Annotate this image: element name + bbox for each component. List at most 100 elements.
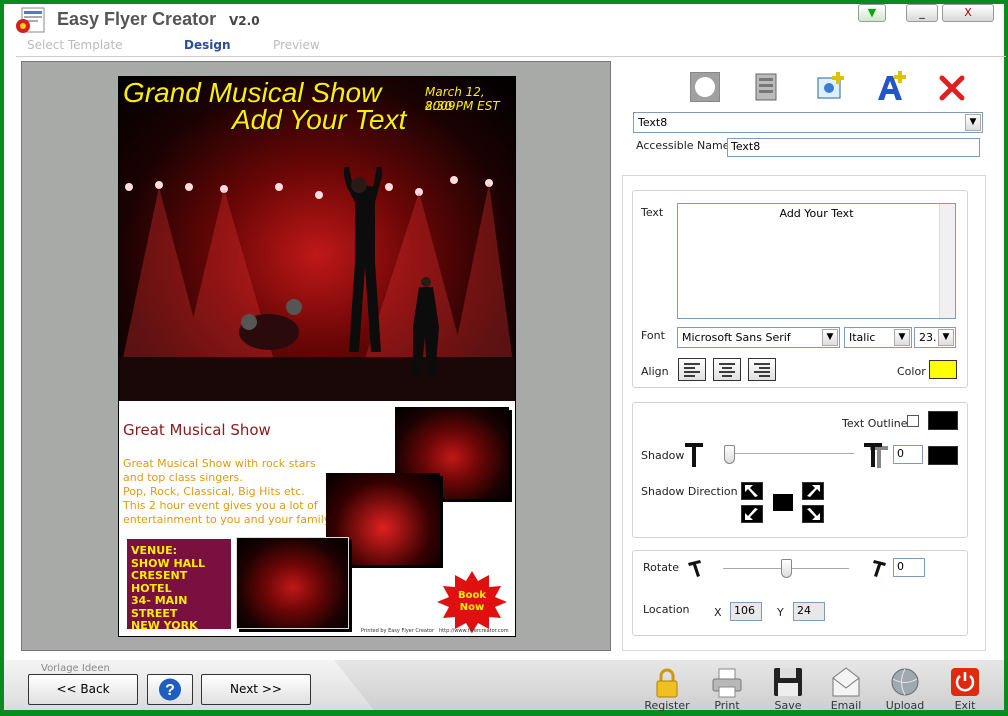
align-right-button[interactable] [748,358,776,381]
shadow-label: Shadow [641,449,685,462]
shadow-min-icon [685,443,703,467]
shadow-direction-label: Shadow Direction [641,485,738,498]
element-select-value: Text8 [638,116,668,129]
venue-line: NEW YORK [131,619,198,632]
text-content-value: Add Your Text [779,207,854,220]
chevron-down-icon[interactable]: ▼ [965,114,981,131]
chevron-down-icon[interactable]: ▼ [822,329,838,346]
align-center-button[interactable] [713,358,741,381]
printer-icon[interactable] [711,667,743,699]
register-label[interactable]: Register [642,699,692,712]
step-select-template[interactable]: Select Template [27,38,123,52]
print-label[interactable]: Print [702,699,752,712]
text-content-input[interactable]: Add Your Text [677,203,956,319]
flyer-description[interactable]: Great Musical Show with rock stars and t… [123,457,332,527]
exit-label[interactable]: Exit [940,699,990,712]
shadow-dir-top-left-button[interactable] [741,482,763,500]
envelope-icon[interactable] [831,666,861,698]
rotate-slider-thumb[interactable] [780,559,792,578]
chevron-down-icon[interactable]: ▼ [938,329,954,346]
shadow-max-icon [864,443,888,468]
flyer-footer-left: Printed by Easy Flyer Creator [361,628,435,634]
flyer-footer-right: http://www.flyercreator.com [439,628,509,634]
element-select[interactable]: Text8 ▼ [633,112,983,133]
shadow-dir-bottom-right-button[interactable] [802,505,824,523]
venue-box[interactable]: VENUE: SHOW HALL CRESENT HOTEL 34- MAIN … [127,539,231,632]
rotate-label: Rotate [643,561,680,574]
flyer-subtitle-text[interactable]: Add Your Text [232,104,406,136]
lock-icon[interactable] [652,667,682,699]
rotate-right-icon [873,560,886,577]
help-button[interactable]: ? [147,674,193,705]
floppy-disk-icon[interactable] [772,666,804,698]
accessible-name-input[interactable]: Text8 [727,138,980,157]
properties-panel: Text8 ▼ Accessible Name Text8 Text Add Y… [620,62,998,654]
circle-shape-icon [695,77,715,97]
text-label: Text [641,206,664,219]
shadow-color-swatch[interactable] [928,446,958,465]
delete-icon[interactable] [938,74,966,102]
close-button[interactable]: X [942,4,994,22]
next-button[interactable]: Next >> [201,674,311,705]
upload-label[interactable]: Upload [880,699,930,712]
style-select[interactable]: Italic ▼ [844,327,912,348]
size-select[interactable]: 23. ▼ [914,327,956,348]
flyer-show-name[interactable]: Great Musical Show [123,421,271,439]
book-line: Now [459,602,485,613]
y-value-input[interactable]: 24 [793,602,825,621]
align-center-icon [719,363,735,377]
color-label: Color [897,365,926,378]
align-label: Align [641,365,669,378]
shadow-value-input[interactable]: 0 [893,445,923,464]
text-color-swatch[interactable] [929,360,957,379]
style-select-value: Italic [849,331,876,344]
book-now-text[interactable]: Book Now [451,590,493,614]
venue-line: CRESENT HOTEL [131,569,188,595]
outline-color-swatch[interactable] [928,411,958,430]
app-title: Easy Flyer Creator [57,9,217,29]
shadow-dir-top-right-button[interactable] [802,482,824,500]
font-select[interactable]: Microsoft Sans Serif ▼ [677,327,840,348]
venue-line: 34- MAIN STREET [131,594,188,620]
arrow-down-right-icon [807,508,820,520]
shadow-dir-center[interactable] [773,494,793,511]
image-tool-icon[interactable] [750,70,782,104]
desc-line: This 2 hour event gives you a lot of [123,499,318,512]
align-left-button[interactable] [678,358,706,381]
step-design[interactable]: Design [184,38,231,52]
location-label: Location [643,603,690,616]
upload-globe-icon[interactable] [889,666,921,698]
font-label: Font [641,329,665,342]
desc-line: and top class singers. [123,471,243,484]
window-menu-button[interactable]: ▼ [858,4,886,22]
flyer-time[interactable]: 8:30 PM EST [425,99,500,113]
minimize-button[interactable]: _ [906,4,938,22]
shadow-slider-track[interactable] [724,453,854,455]
rotate-left-icon [688,560,701,577]
text-scrollbar[interactable] [939,204,955,318]
save-label[interactable]: Save [763,699,813,712]
small-photo-3[interactable] [236,537,349,629]
circle-shape-button[interactable] [690,72,720,102]
chevron-down-icon[interactable]: ▼ [894,329,910,346]
power-icon[interactable] [949,666,981,698]
arrow-down-left-icon [745,508,758,520]
text-outline-label: Text Outline [842,417,908,430]
y-label: Y [777,606,784,619]
align-right-icon [754,363,770,377]
add-text-icon[interactable] [874,70,908,104]
accessible-name-label: Accessible Name [636,139,730,152]
step-preview[interactable]: Preview [273,38,320,52]
rotate-value-input[interactable]: 0 [893,558,925,577]
x-value-input[interactable]: 106 [730,602,762,621]
back-button[interactable]: << Back [28,674,138,705]
flyer-app-icon [16,7,45,33]
email-label[interactable]: Email [821,699,871,712]
add-image-icon[interactable] [814,70,846,104]
desc-line: Pop, Rock, Classical, Big Hits etc. [123,485,305,498]
flyer-preview[interactable]: Grand Musical Show Add Your Text March 1… [118,76,516,637]
shadow-slider-thumb[interactable] [724,445,735,464]
text-outline-checkbox[interactable] [907,415,919,427]
shadow-dir-bottom-left-button[interactable] [741,505,763,523]
book-line: Book [457,590,486,601]
